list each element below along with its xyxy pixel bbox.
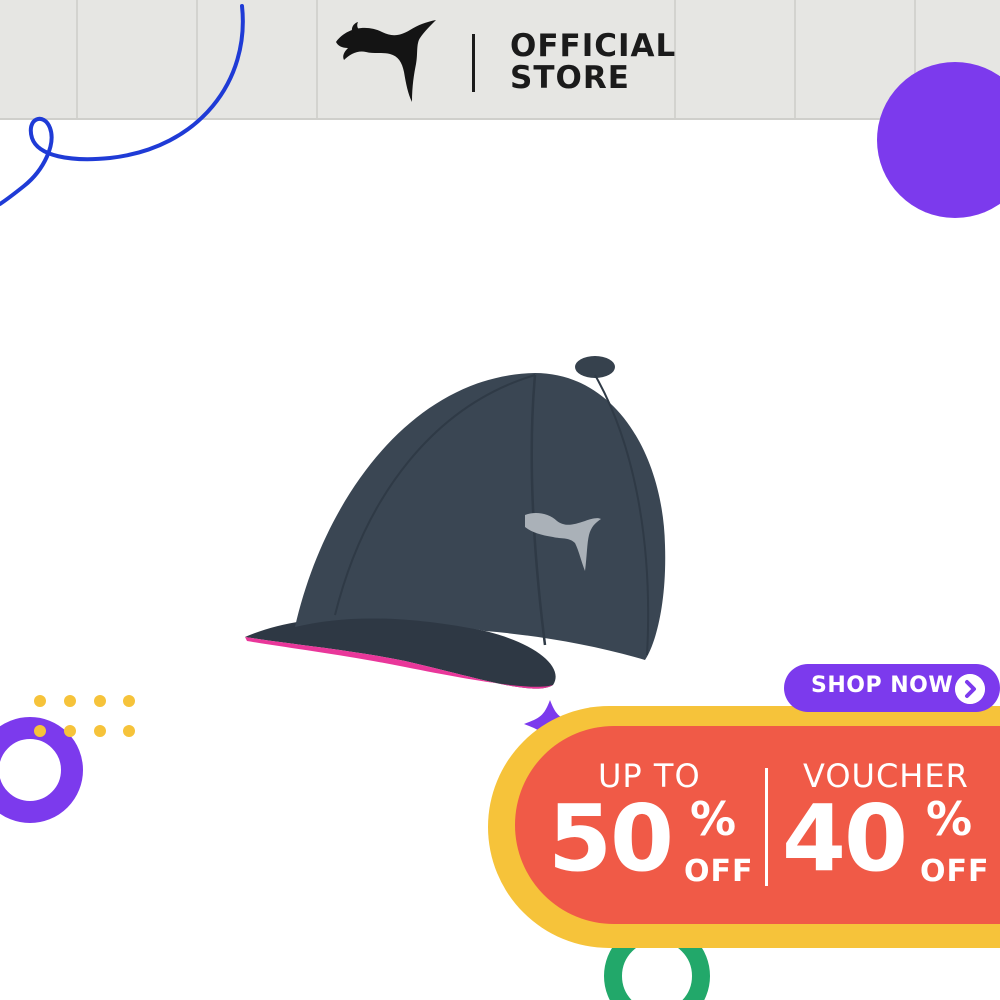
purple-ring-left [0, 717, 83, 823]
promo-canvas: OFFICIAL STORE SHOP NOW UP TO VOUCHER 50… [0, 0, 1000, 1000]
chevron-right-icon[interactable] [955, 674, 985, 704]
voucher-off-label: OFF [920, 854, 990, 889]
discount-percent-sign: % [690, 792, 737, 846]
purple-circle-top-right [877, 62, 1000, 218]
discount-off-label: OFF [684, 854, 754, 889]
cap-crown [295, 373, 666, 660]
voucher-value: 40 [782, 785, 908, 892]
voucher-percent-sign: % [926, 792, 973, 846]
promo-divider [765, 768, 768, 886]
product-cap-image [245, 356, 666, 689]
blue-squiggle [0, 4, 245, 206]
discount-value: 50 [548, 785, 674, 892]
shop-now-label: SHOP NOW [811, 673, 954, 698]
cap-button [575, 356, 615, 378]
